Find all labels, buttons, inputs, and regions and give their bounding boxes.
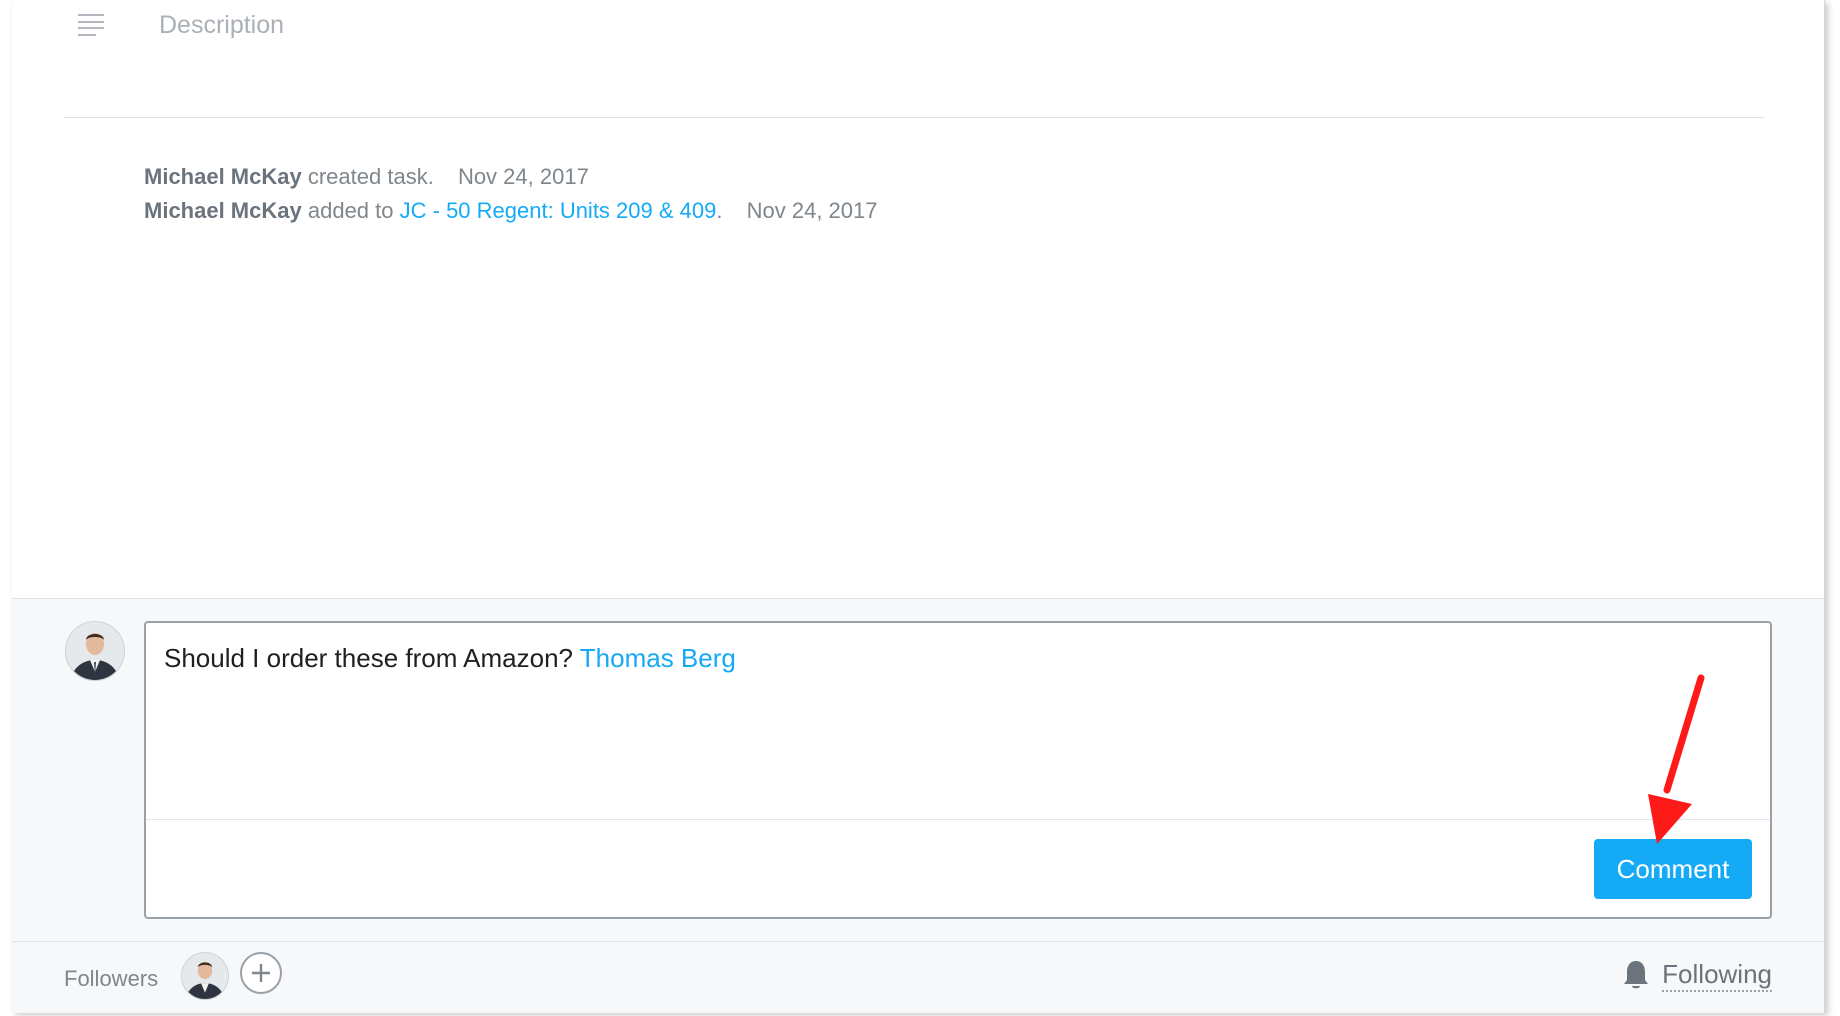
project-link[interactable]: JC - 50 Regent: Units 209 & 409 [400,198,717,223]
activity-item: Michael McKay added to JC - 50 Regent: U… [144,194,877,228]
comment-input[interactable]: Should I order these from Amazon? Thomas… [144,621,1772,919]
follower-avatar[interactable] [181,952,229,1000]
plus-icon [252,964,270,982]
activity-date: Nov 24, 2017 [457,164,589,189]
description-row[interactable]: Description [78,0,284,50]
description-field[interactable]: Description [159,11,284,40]
comment-button[interactable]: Comment [1594,839,1752,899]
comment-text[interactable]: Should I order these from Amazon? Thomas… [164,643,736,674]
following-label: Following [1662,958,1772,992]
activity-feed: Michael McKay created task. Nov 24, 2017… [144,160,877,228]
text-lines-icon [78,14,104,36]
comment-body: Should I order these from Amazon? [164,643,574,673]
followers-bar: Followers Following [12,941,1824,1014]
add-follower-button[interactable] [240,952,282,994]
activity-date: Nov 24, 2017 [746,198,878,223]
avatar [65,621,125,681]
bell-icon [1624,961,1649,989]
composer-divider [146,819,1770,820]
activity-actor[interactable]: Michael McKay [144,164,302,189]
divider [64,117,1764,118]
activity-item: Michael McKay created task. Nov 24, 2017 [144,160,877,194]
activity-action: created task. [307,164,434,189]
following-toggle[interactable]: Following [1622,958,1772,992]
activity-actor[interactable]: Michael McKay [144,198,302,223]
activity-action: added to [307,198,394,223]
task-details-pane: Description Michael McKay created task. … [12,0,1825,1013]
mention-link[interactable]: Thomas Berg [580,643,736,673]
followers-label: Followers [64,966,159,991]
activity-suffix: . [716,198,723,223]
comment-composer: Should I order these from Amazon? Thomas… [12,598,1824,1013]
